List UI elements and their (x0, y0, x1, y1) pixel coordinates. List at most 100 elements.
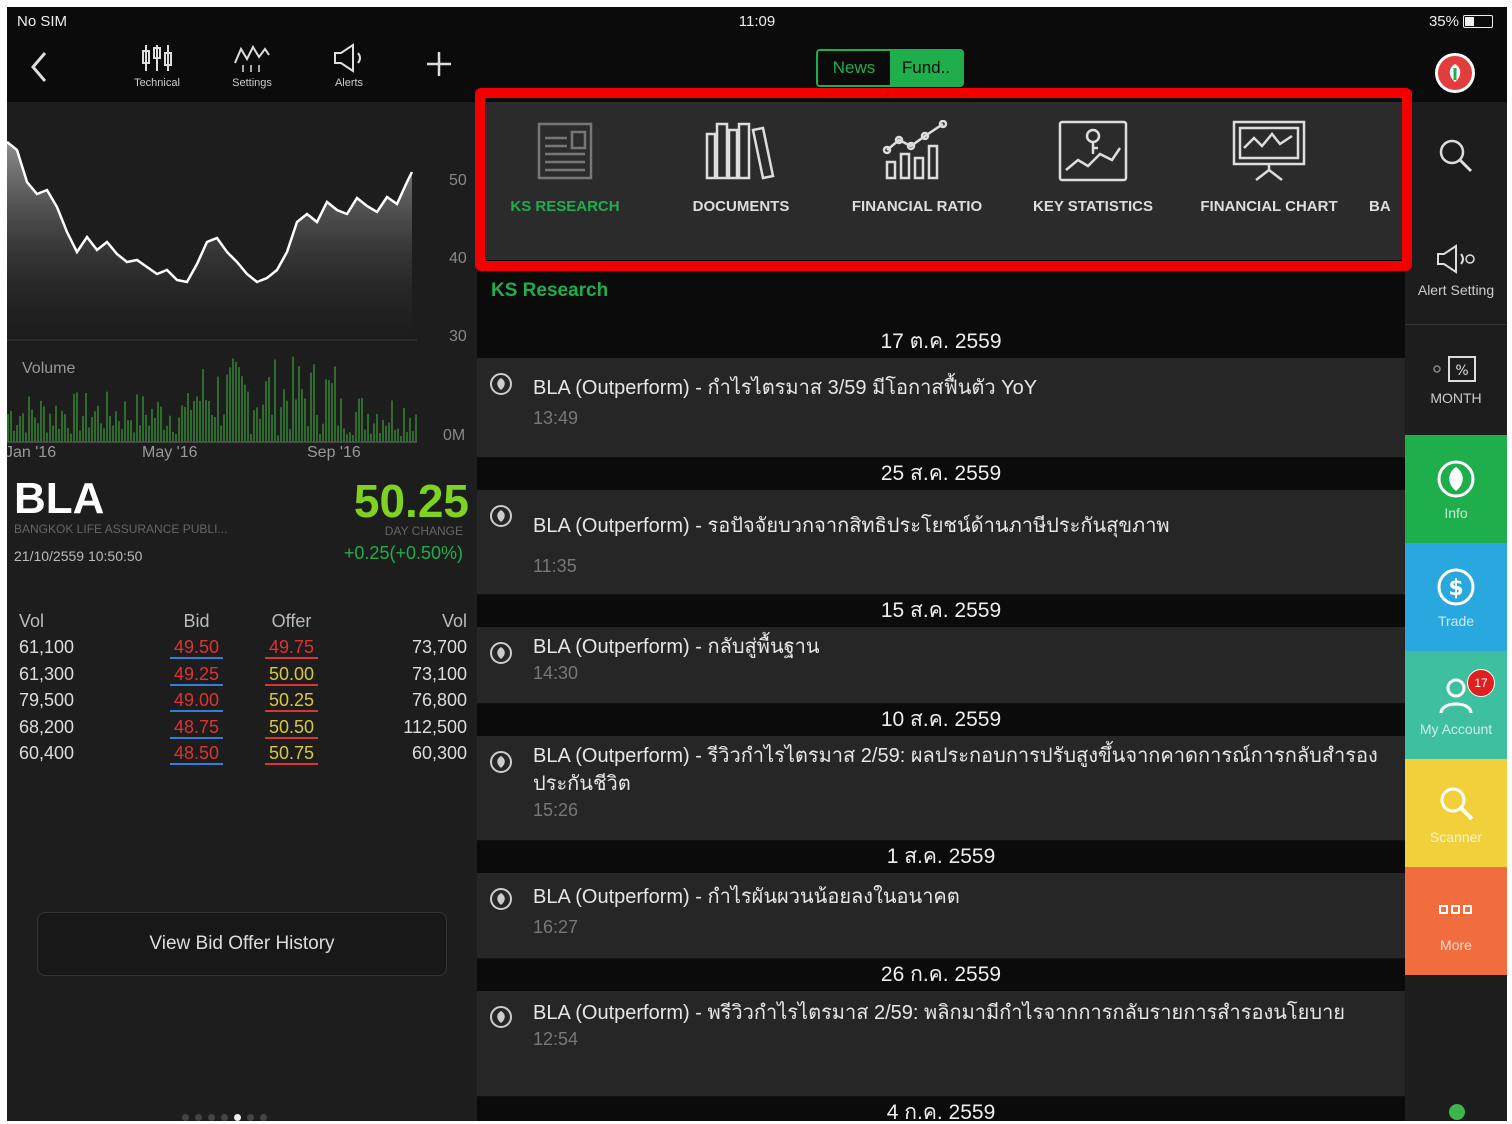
volume-bar (235, 361, 237, 442)
item-time: 16:27 (533, 917, 579, 937)
volume-bar (22, 413, 24, 442)
category-key-statistics[interactable]: KEY STATISTICS (1005, 120, 1181, 215)
volume-bar (388, 422, 390, 442)
volume-bar (118, 421, 120, 442)
page-dot[interactable] (182, 1114, 189, 1121)
list-item[interactable]: BLA (Outperform) - รีวิวกำไรไตรมาส 2/59:… (477, 736, 1405, 841)
list-item[interactable]: BLA (Outperform) - รอปัจจัยบวกจากสิทธิปร… (477, 490, 1405, 595)
page-dot[interactable] (195, 1114, 202, 1121)
volume-bar (196, 396, 198, 442)
volume-bar (286, 400, 288, 442)
page-dot[interactable] (221, 1114, 228, 1121)
alert-setting-button[interactable]: Alert Setting (1405, 242, 1507, 298)
vol-offer-cell: 112,500 (403, 716, 467, 737)
category-label: BA (1369, 198, 1391, 215)
offer-cell[interactable]: 50.00 (264, 663, 319, 686)
volume-bar (403, 407, 405, 442)
x-tick-sep: Sep '16 (307, 444, 361, 461)
more-button[interactable]: More (1405, 867, 1507, 975)
header-vol-bid: Vol (19, 610, 45, 631)
page-dot[interactable] (234, 1114, 241, 1121)
volume-bar (247, 391, 249, 442)
scanner-label: Scanner (1429, 829, 1483, 845)
volume-bar (307, 425, 309, 442)
scanner-button[interactable]: Scanner (1405, 759, 1507, 867)
offer-cell[interactable]: 50.75 (264, 743, 319, 766)
bid-cell[interactable]: 49.00 (169, 690, 224, 713)
volume-bar (367, 413, 369, 442)
percent-box-icon: % (1433, 356, 1476, 382)
alerts-button[interactable]: Alerts (309, 43, 389, 89)
page-indicator[interactable] (182, 1114, 267, 1121)
offer-cell[interactable]: 50.25 (264, 690, 319, 713)
vol-bid-cell: 68,200 (19, 716, 75, 737)
segment-news[interactable]: News (818, 51, 890, 85)
volume-bar (352, 435, 354, 442)
month-button[interactable]: % MONTH (1405, 354, 1507, 406)
item-headline: BLA (Outperform) - พรีวิวกำไรไตรมาส 2/59… (533, 1002, 1346, 1024)
day-change-label: DAY CHANGE (384, 524, 463, 538)
offer-cell[interactable]: 49.75 (264, 637, 319, 660)
page-dot[interactable] (247, 1114, 254, 1121)
category-ks-research[interactable]: KS RESEARCH (477, 120, 653, 215)
category-financial-chart[interactable]: FINANCIAL CHART (1181, 120, 1357, 215)
back-button[interactable] (27, 49, 51, 90)
volume-bar (142, 396, 144, 442)
offer-cell[interactable]: 50.50 (264, 716, 319, 739)
list-item[interactable]: BLA (Outperform) - กำไรผันผวนน้อยลงในอนา… (477, 873, 1405, 959)
connection-status-dot (1449, 1104, 1465, 1120)
list-item[interactable]: BLA (Outperform) - พรีวิวกำไรไตรมาส 2/59… (477, 991, 1405, 1097)
search-icon (1439, 139, 1473, 173)
my-account-button[interactable]: My Account 17 (1405, 651, 1507, 759)
volume-bar (46, 432, 48, 442)
my-account-label: My Account (1419, 721, 1493, 737)
financial-ratio-icon (882, 120, 948, 180)
y-tick-30: 30 (449, 328, 467, 345)
volume-bar (211, 414, 213, 442)
bid-cell[interactable]: 48.75 (169, 716, 224, 739)
add-button[interactable] (424, 49, 454, 84)
volume-bar (112, 425, 114, 442)
volume-bar (310, 372, 312, 442)
volume-bar (151, 408, 153, 442)
divider (1405, 324, 1507, 325)
bid-cell[interactable]: 48.50 (169, 743, 224, 766)
volume-bar (193, 400, 195, 442)
segment-fund[interactable]: Fund.. (890, 51, 962, 85)
alerts-label: Alerts (334, 77, 364, 89)
header-bid: Bid (183, 610, 210, 631)
list-item[interactable]: BLA (Outperform) - กำไรไตรมาส 3/59 มีโอก… (477, 358, 1405, 458)
price-chart[interactable] (7, 102, 477, 457)
list-item[interactable]: BLA (Outperform) - กลับสู่พื้นฐาน 14:30 (477, 627, 1405, 704)
volume-bar (253, 410, 255, 442)
bid-cell[interactable]: 49.25 (169, 663, 224, 686)
view-bid-offer-history-button[interactable]: View Bid Offer History (37, 912, 447, 976)
volume-bar (115, 411, 117, 442)
app-logo[interactable] (1435, 53, 1475, 93)
category-financial-ratio[interactable]: FINANCIAL RATIO (829, 120, 1005, 215)
search-button[interactable] (1405, 136, 1507, 182)
bid-cell[interactable]: 49.50 (169, 637, 224, 660)
volume-bar (400, 435, 402, 442)
category-partial[interactable]: BA (1357, 120, 1405, 215)
info-button[interactable]: Info (1405, 435, 1507, 543)
volume-bar (376, 414, 378, 442)
page-dot[interactable] (260, 1114, 267, 1121)
technical-button[interactable]: Technical (117, 43, 197, 89)
volume-bar (361, 398, 363, 442)
trade-button[interactable]: $ Trade (1405, 543, 1507, 651)
volume-bar (136, 394, 138, 442)
volume-bar (274, 359, 276, 442)
volume-bar (145, 414, 147, 442)
volume-bar (373, 423, 375, 442)
volume-bar (214, 417, 216, 442)
table-row: 61,100 49.50 49.75 73,700 (19, 635, 467, 662)
research-icon (537, 122, 593, 180)
volume-bar (94, 411, 96, 442)
page-dot[interactable] (208, 1114, 215, 1121)
volume-bar (127, 420, 129, 442)
x-tick-jan: Jan '16 (7, 444, 57, 461)
category-documents[interactable]: DOCUMENTS (653, 120, 829, 215)
right-sidebar: Alert Setting % MONTH Info $ Trade My Ac… (1405, 102, 1507, 1121)
settings-button[interactable]: Settings (212, 43, 292, 89)
